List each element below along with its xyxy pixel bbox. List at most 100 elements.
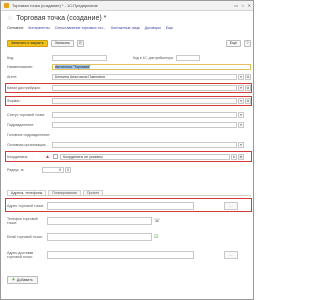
page-title: Торговая точка (создание) *	[16, 14, 107, 22]
format-label: Формат:	[7, 98, 21, 103]
channel-open-button[interactable]: ⧉	[245, 84, 251, 91]
map-icon: ⊕	[239, 154, 243, 159]
code-1c-field[interactable]	[175, 54, 200, 61]
code-field[interactable]	[52, 54, 107, 61]
code-hint: Код в 1С: дистрибьютора	[133, 55, 173, 60]
nav-main[interactable]: Основное	[7, 26, 23, 32]
warning-icon: ▲	[45, 153, 50, 160]
radius-row: Радиус, м: 0 ⇕	[7, 166, 251, 173]
favorite-star-icon[interactable]: ☆	[7, 14, 13, 22]
delivery-field[interactable]	[47, 251, 194, 259]
coords-clear-button[interactable]: ✕	[230, 153, 237, 160]
main-org-row: Основная организация: ▾	[7, 141, 251, 148]
window-controls: ▭ ☆ ✕	[234, 3, 251, 8]
phone-field[interactable]	[47, 216, 152, 225]
tab-addresses[interactable]: Адреса, телефоны	[7, 190, 47, 195]
nav-outlet-matching[interactable]: Сопоставление торговых точ...	[55, 26, 106, 32]
main-org-field[interactable]	[52, 141, 237, 148]
save-button[interactable]: Записать	[50, 39, 75, 47]
more-button[interactable]: Еще	[225, 39, 241, 47]
coords-label: Координаты:	[7, 154, 29, 159]
chevron-down-icon: ▾	[240, 112, 242, 117]
code-label: Код:	[7, 55, 15, 60]
open-icon: ⧉	[246, 98, 250, 103]
email-label: Email торговой точки:	[7, 234, 43, 239]
open-icon: ⧉	[246, 85, 250, 90]
plus-icon: +	[12, 277, 15, 283]
phone-icon[interactable]: ☏	[154, 218, 160, 224]
phone-label: Телефон торговой точки:	[7, 216, 38, 225]
subdivision-dropdown[interactable]: ▾	[238, 121, 244, 128]
more-icon: …	[229, 203, 233, 208]
delivery-row: Адрес доставки торговой точки: …	[7, 249, 251, 261]
agent-row: Агент: Белкина Анастасия Павловна ▾ ⧉	[7, 73, 251, 80]
channel-row: Канал дистрибуции: ▾ ⧉	[7, 84, 251, 91]
radius-stepper[interactable]: ⇕	[65, 166, 71, 173]
format-open-button[interactable]: ⧉	[245, 97, 251, 104]
name-value: Автоточка "Торговая"	[55, 64, 91, 69]
status-row: Статус торговой точки: ▾	[7, 111, 251, 118]
close-icon[interactable]: ✕	[248, 3, 251, 8]
paperclip-icon: ⎘	[79, 41, 82, 45]
window-title: Торговая точка (создание) * - 1С:Предпри…	[12, 3, 98, 8]
open-icon: ⧉	[246, 74, 250, 79]
format-dropdown[interactable]: ▾	[238, 97, 244, 104]
stepper-icon: ⇕	[66, 167, 70, 172]
agent-label: Агент:	[7, 74, 18, 79]
title-bar: Торговая точка (создание) * - 1С:Предпри…	[1, 1, 253, 11]
nav-contacts[interactable]: Контактные лица	[111, 26, 140, 32]
subdivision-row: Подразделение: ▾	[7, 121, 251, 128]
chevron-down-icon: ▾	[240, 85, 242, 90]
delivery-button[interactable]: …	[224, 251, 238, 259]
chevron-down-icon: ▾	[240, 98, 242, 103]
main-org-label: Основная организация:	[7, 142, 47, 147]
more-icon: …	[229, 253, 233, 257]
coords-map-button[interactable]: ⊕	[237, 153, 244, 160]
subdivision-label: Подразделение:	[7, 122, 35, 127]
toolbar: Записать и закрыть Записать ⎘ Еще ?	[7, 39, 251, 47]
main-org-dropdown[interactable]: ▾	[238, 141, 244, 148]
agent-dropdown[interactable]: ▾	[238, 73, 244, 80]
subdivision-field[interactable]	[52, 121, 237, 128]
check-icon[interactable]: ☑	[154, 234, 158, 240]
clear-icon: ✕	[232, 154, 236, 159]
code-row: Код: Код в 1С: дистрибьютора	[7, 54, 251, 61]
window: Торговая точка (создание) * - 1С:Предпри…	[0, 0, 254, 300]
favorite-icon[interactable]: ☆	[241, 3, 245, 8]
nav-counterparties[interactable]: Контрагенты	[28, 26, 49, 32]
legal-label: Головное подразделение:	[7, 132, 51, 137]
add-button[interactable]: + Добавить	[7, 276, 38, 284]
nav-contracts[interactable]: Договоры	[145, 26, 161, 32]
name-field[interactable]: Автоточка "Торговая"	[52, 63, 251, 70]
chevron-down-icon: ▾	[240, 142, 242, 147]
channel-field[interactable]	[52, 84, 237, 91]
agent-open-button[interactable]: ⧉	[245, 73, 251, 80]
email-row: Email торговой точки: ☑	[7, 232, 251, 241]
form-nav: Основное Контрагенты Сопоставление торго…	[7, 26, 251, 32]
form-header: ☆ Торговая точка (создание) *	[7, 13, 251, 23]
nav-more[interactable]: Еще	[166, 26, 173, 32]
agent-field[interactable]: Белкина Анастасия Павловна	[52, 73, 237, 80]
outlet-address-field[interactable]	[47, 201, 194, 210]
help-button[interactable]: ?	[244, 39, 251, 47]
format-field[interactable]	[52, 97, 237, 104]
tab-planning[interactable]: Планирование	[48, 190, 81, 195]
save-and-close-button[interactable]: Записать и закрыть	[7, 39, 48, 47]
radius-label: Радиус, м:	[7, 167, 25, 172]
email-field[interactable]	[47, 232, 152, 241]
legal-row: Головное подразделение:	[7, 131, 251, 138]
status-label: Статус торговой точки:	[7, 112, 46, 117]
coords-checkbox[interactable]	[52, 154, 58, 159]
outlet-address-button[interactable]: …	[224, 201, 238, 210]
coords-field[interactable]: Координаты не указаны	[59, 153, 230, 160]
status-dropdown[interactable]: ▾	[238, 111, 244, 118]
add-label: Добавить	[16, 278, 33, 282]
radius-field[interactable]: 0	[42, 166, 64, 173]
status-field[interactable]	[52, 111, 237, 118]
tab-other[interactable]: Прочее	[82, 190, 104, 195]
name-label: Наименование:	[7, 64, 33, 69]
channel-dropdown[interactable]: ▾	[238, 84, 244, 91]
maximize-icon[interactable]: ▭	[234, 3, 238, 8]
app-logo-icon	[4, 3, 9, 8]
attachment-button[interactable]: ⎘	[77, 39, 85, 47]
